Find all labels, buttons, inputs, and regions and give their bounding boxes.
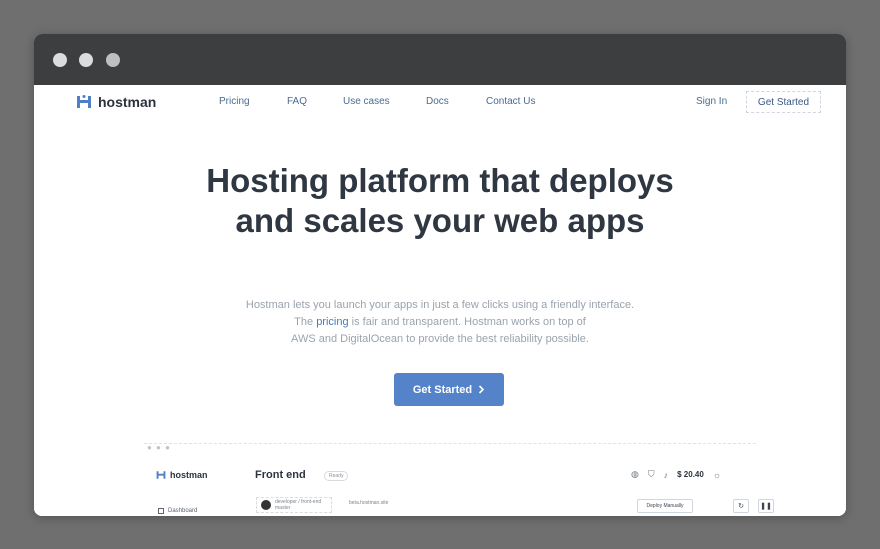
hero-description-text: The (294, 316, 317, 328)
nav-link-contact-us[interactable]: Contact Us (486, 96, 535, 107)
preview-sidebar-item-dashboard: Dashboard (158, 508, 197, 514)
preview-repo-text: developer / front-end master (275, 499, 321, 511)
hero-title-line-1: Hosting platform that deploys (206, 162, 674, 199)
hostman-logo-icon (156, 471, 166, 479)
brand-logo[interactable]: hostman (76, 94, 156, 110)
pause-icon: ❚❚ (758, 499, 774, 513)
preview-site-url: beta.hostman.site (349, 500, 389, 506)
preview-brand-name: hostman (170, 470, 208, 480)
hero-title-line-2: and scales your web apps (235, 202, 645, 239)
close-window-button[interactable] (53, 53, 67, 67)
window-titlebar (34, 34, 846, 85)
preview-sidebar-label: Dashboard (168, 508, 198, 514)
dashboard-preview: ● ● ● hostman Front end Ready ◍ ⛉ ♪ $ 20… (144, 443, 774, 516)
hero-get-started-label: Get Started (412, 383, 473, 396)
header-get-started-button[interactable]: Get Started (746, 91, 821, 113)
github-icon (261, 500, 271, 510)
preview-repo-selector: developer / front-end master (256, 497, 332, 513)
landing-page: hostman Pricing FAQ Use cases Docs Conta… (34, 85, 846, 516)
hero-description-line-3: AWS and DigitalOcean to provide the best… (291, 333, 589, 345)
hero-description-line-1: Hostman lets you launch your apps in jus… (245, 299, 635, 311)
chevron-right-icon (479, 385, 485, 394)
preview-header-icons: ◍ ⛉ ♪ $ 20.40 ☼ (631, 469, 721, 480)
brand-name: hostman (98, 94, 157, 110)
avatar: ☼ (712, 469, 722, 480)
hostman-logo-icon (77, 95, 91, 108)
minimize-window-button[interactable] (79, 53, 93, 67)
preview-project-title: Front end (255, 469, 306, 481)
top-navigation: hostman Pricing FAQ Use cases Docs Conta… (34, 85, 846, 119)
nav-link-pricing[interactable]: Pricing (219, 96, 250, 107)
pricing-link[interactable]: pricing (316, 316, 348, 328)
preview-balance: $ 20.40 (677, 470, 704, 479)
nav-link-use-cases[interactable]: Use cases (343, 96, 390, 107)
globe-icon: ◍ (631, 469, 639, 479)
preview-deploy-button: Deploy Manually (637, 499, 693, 513)
preview-brand-logo: hostman (156, 470, 208, 480)
preview-repo-branch: master (275, 505, 291, 511)
hero-title: Hosting platform that deploys and scales… (34, 161, 846, 241)
nav-link-docs[interactable]: Docs (426, 96, 449, 107)
hero-get-started-button[interactable]: Get Started (394, 373, 504, 406)
maximize-window-button[interactable] (106, 53, 120, 67)
nav-link-faq[interactable]: FAQ (287, 96, 307, 107)
hero-description: Hostman lets you launch your apps in jus… (214, 297, 666, 348)
sign-in-link[interactable]: Sign In (696, 96, 727, 107)
hero-description-text: is fair and transparent. Hostman works o… (348, 316, 586, 328)
shield-icon: ⛉ (647, 469, 655, 479)
preview-status-badge: Ready (324, 471, 349, 481)
dashboard-icon (158, 508, 164, 514)
refresh-icon: ↻ (733, 499, 749, 513)
bell-icon: ♪ (663, 469, 669, 480)
preview-window-dots: ● ● ● (147, 443, 171, 452)
hero-description-line-2: The pricing is fair and transparent. Hos… (214, 314, 666, 331)
browser-window: hostman Pricing FAQ Use cases Docs Conta… (34, 34, 846, 516)
